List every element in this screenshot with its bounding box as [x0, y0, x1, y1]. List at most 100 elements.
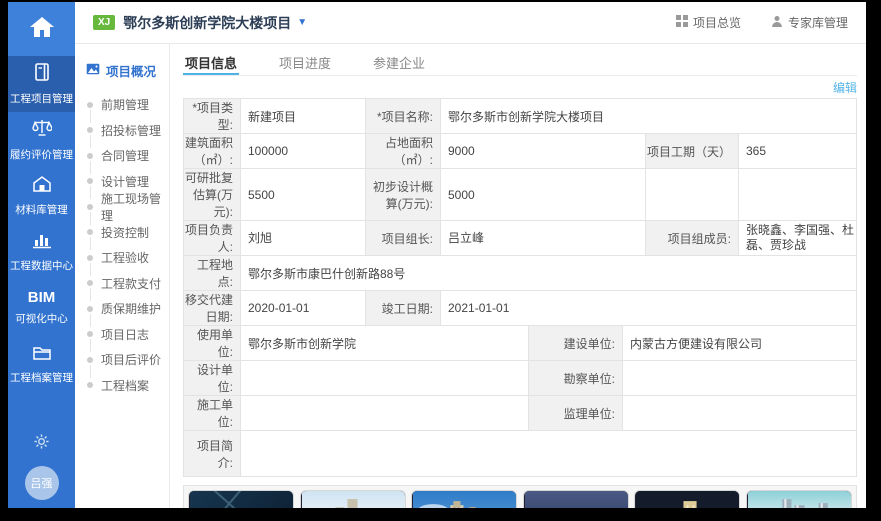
- nav-label: 专家库管理: [788, 14, 848, 31]
- field-value: 新建项目: [241, 99, 366, 134]
- submenu-label: 质保期维护: [101, 300, 161, 317]
- field-label: 移交代建日期:: [184, 291, 241, 326]
- field-label: 监理单位:: [529, 396, 623, 431]
- field-value: [623, 361, 857, 396]
- project-title[interactable]: 鄂尔多斯创新学院大楼项目: [123, 13, 291, 33]
- field-value: 5500: [241, 169, 366, 221]
- bullet-icon: [87, 331, 93, 337]
- field-label: *项目类型:: [184, 99, 241, 134]
- submenu-label: 项目后评价: [101, 351, 161, 368]
- field-value: 刘旭: [241, 221, 366, 256]
- submenu-item-archive[interactable]: 工程档案: [75, 373, 169, 399]
- project-photo-strip: [183, 485, 857, 508]
- folder-icon: [32, 344, 52, 366]
- bar-chart-icon: [32, 231, 52, 254]
- submenu-label: 设计管理: [101, 173, 149, 190]
- field-label: 勘察单位:: [529, 361, 623, 396]
- app-window: 工程项目管理 履约评价管理 材料库管理 工程数据中心 BIM 可视化中心: [8, 2, 866, 508]
- submenu-label: 投资控制: [101, 224, 149, 241]
- project-photo-2[interactable]: [300, 490, 406, 508]
- project-photo-3[interactable]: [411, 490, 517, 508]
- field-value: 2020-01-01: [241, 291, 366, 326]
- sidebar-item-project-mgmt[interactable]: 工程项目管理: [8, 56, 75, 112]
- home-button[interactable]: [8, 2, 75, 56]
- project-photo-4[interactable]: [523, 490, 629, 508]
- field-label: 工程地点:: [184, 256, 241, 291]
- bullet-icon: [87, 229, 93, 235]
- project-type-badge: XJ: [93, 15, 115, 30]
- bullet-icon: [87, 153, 93, 159]
- bullet-icon: [87, 280, 93, 286]
- person-icon: [771, 15, 783, 30]
- field-value: 鄂尔多斯市创新学院大楼项目: [441, 99, 857, 134]
- tab-project-info[interactable]: 项目信息: [183, 50, 239, 75]
- submenu-item-overview[interactable]: 项目概况: [75, 44, 169, 92]
- field-value: 鄂尔多斯市创新学院: [241, 326, 529, 361]
- warehouse-icon: [32, 175, 52, 198]
- sidebar-item-label: 履约评价管理: [10, 147, 73, 162]
- field-label: 使用单位:: [184, 326, 241, 361]
- sidebar-item-archives[interactable]: 工程档案管理: [8, 336, 75, 392]
- sidebar-item-label: 工程项目管理: [10, 91, 73, 106]
- tab-project-progress[interactable]: 项目进度: [277, 50, 333, 75]
- project-info-table: *项目类型: 新建项目 *项目名称: 鄂尔多斯市创新学院大楼项目 建筑面积（㎡）…: [183, 98, 857, 477]
- field-label: 建设单位:: [529, 326, 623, 361]
- bullet-icon: [87, 357, 93, 363]
- bullet-icon: [87, 306, 93, 312]
- field-value: 鄂尔多斯市康巴什创新路88号: [241, 256, 857, 291]
- bullet-icon: [87, 382, 93, 388]
- chevron-down-icon[interactable]: ▼: [297, 17, 307, 28]
- sidebar-footer: 吕强: [8, 434, 75, 500]
- bullet-icon: [87, 204, 93, 210]
- table-row: *项目类型: 新建项目 *项目名称: 鄂尔多斯市创新学院大楼项目: [184, 99, 857, 134]
- sidebar-item-performance-eval[interactable]: 履约评价管理: [8, 112, 75, 168]
- field-label: 项目工期（天）: [646, 134, 739, 169]
- nav-label: 项目总览: [693, 14, 741, 31]
- table-row: 项目简介:: [184, 431, 857, 477]
- field-value: [623, 396, 857, 431]
- bullet-icon: [87, 127, 93, 133]
- field-label: *项目名称:: [366, 99, 441, 134]
- grid-icon: [676, 15, 688, 30]
- submenu-label: 前期管理: [101, 96, 149, 113]
- submenu-label: 项目日志: [101, 326, 149, 343]
- sidebar-item-data-center[interactable]: 工程数据中心: [8, 224, 75, 280]
- table-row: 工程地点: 鄂尔多斯市康巴什创新路88号: [184, 256, 857, 291]
- field-value: 内蒙古方便建设有限公司: [623, 326, 857, 361]
- home-icon: [29, 15, 55, 44]
- field-label: 项目组成员:: [646, 221, 739, 256]
- submenu-label: 合同管理: [101, 147, 149, 164]
- submenu-header-label: 项目概况: [106, 61, 156, 80]
- field-value: 吕立峰: [441, 221, 646, 256]
- project-photo-5[interactable]: [634, 490, 740, 508]
- picture-icon: [86, 63, 100, 78]
- edit-button[interactable]: 编辑: [833, 79, 857, 96]
- field-value: [739, 169, 857, 221]
- tab-participating-companies[interactable]: 参建企业: [371, 50, 427, 75]
- table-row: 项目负责人: 刘旭 项目组长: 吕立峰 项目组成员: 张晓鑫、李国强、杜磊、贾珍…: [184, 221, 857, 256]
- field-label: 设计单位:: [184, 361, 241, 396]
- scales-icon: [32, 118, 52, 143]
- user-avatar[interactable]: 吕强: [25, 466, 59, 500]
- top-header: XJ 鄂尔多斯创新学院大楼项目 ▼ 项目总览 专家库管理: [75, 2, 866, 44]
- field-value: 9000: [441, 134, 646, 169]
- field-value: [241, 431, 857, 477]
- nav-expert-library[interactable]: 专家库管理: [771, 14, 848, 31]
- main-content: 项目信息 项目进度 参建企业 编辑 *项目类型: 新建项目 *项目名称: 鄂尔多…: [170, 44, 857, 508]
- document-icon: [33, 62, 51, 87]
- nav-project-overview[interactable]: 项目总览: [676, 14, 741, 31]
- submenu-label: 工程款支付: [101, 275, 161, 292]
- settings-gear-icon[interactable]: [34, 434, 49, 454]
- project-photo-6[interactable]: [746, 490, 852, 508]
- field-label: 占地面积（㎡）:: [366, 134, 441, 169]
- sidebar-item-label: 工程档案管理: [10, 370, 73, 385]
- sidebar-item-material-library[interactable]: 材料库管理: [8, 168, 75, 224]
- project-photo-1[interactable]: [188, 490, 294, 508]
- field-value: 365: [739, 134, 857, 169]
- table-row: 使用单位: 鄂尔多斯市创新学院 建设单位: 内蒙古方便建设有限公司: [184, 326, 857, 361]
- edit-row: 编辑: [183, 76, 857, 98]
- field-label: 项目负责人:: [184, 221, 241, 256]
- field-label: 项目简介:: [184, 431, 241, 477]
- field-value: 100000: [241, 134, 366, 169]
- sidebar-item-bim-center[interactable]: BIM 可视化中心: [8, 280, 75, 336]
